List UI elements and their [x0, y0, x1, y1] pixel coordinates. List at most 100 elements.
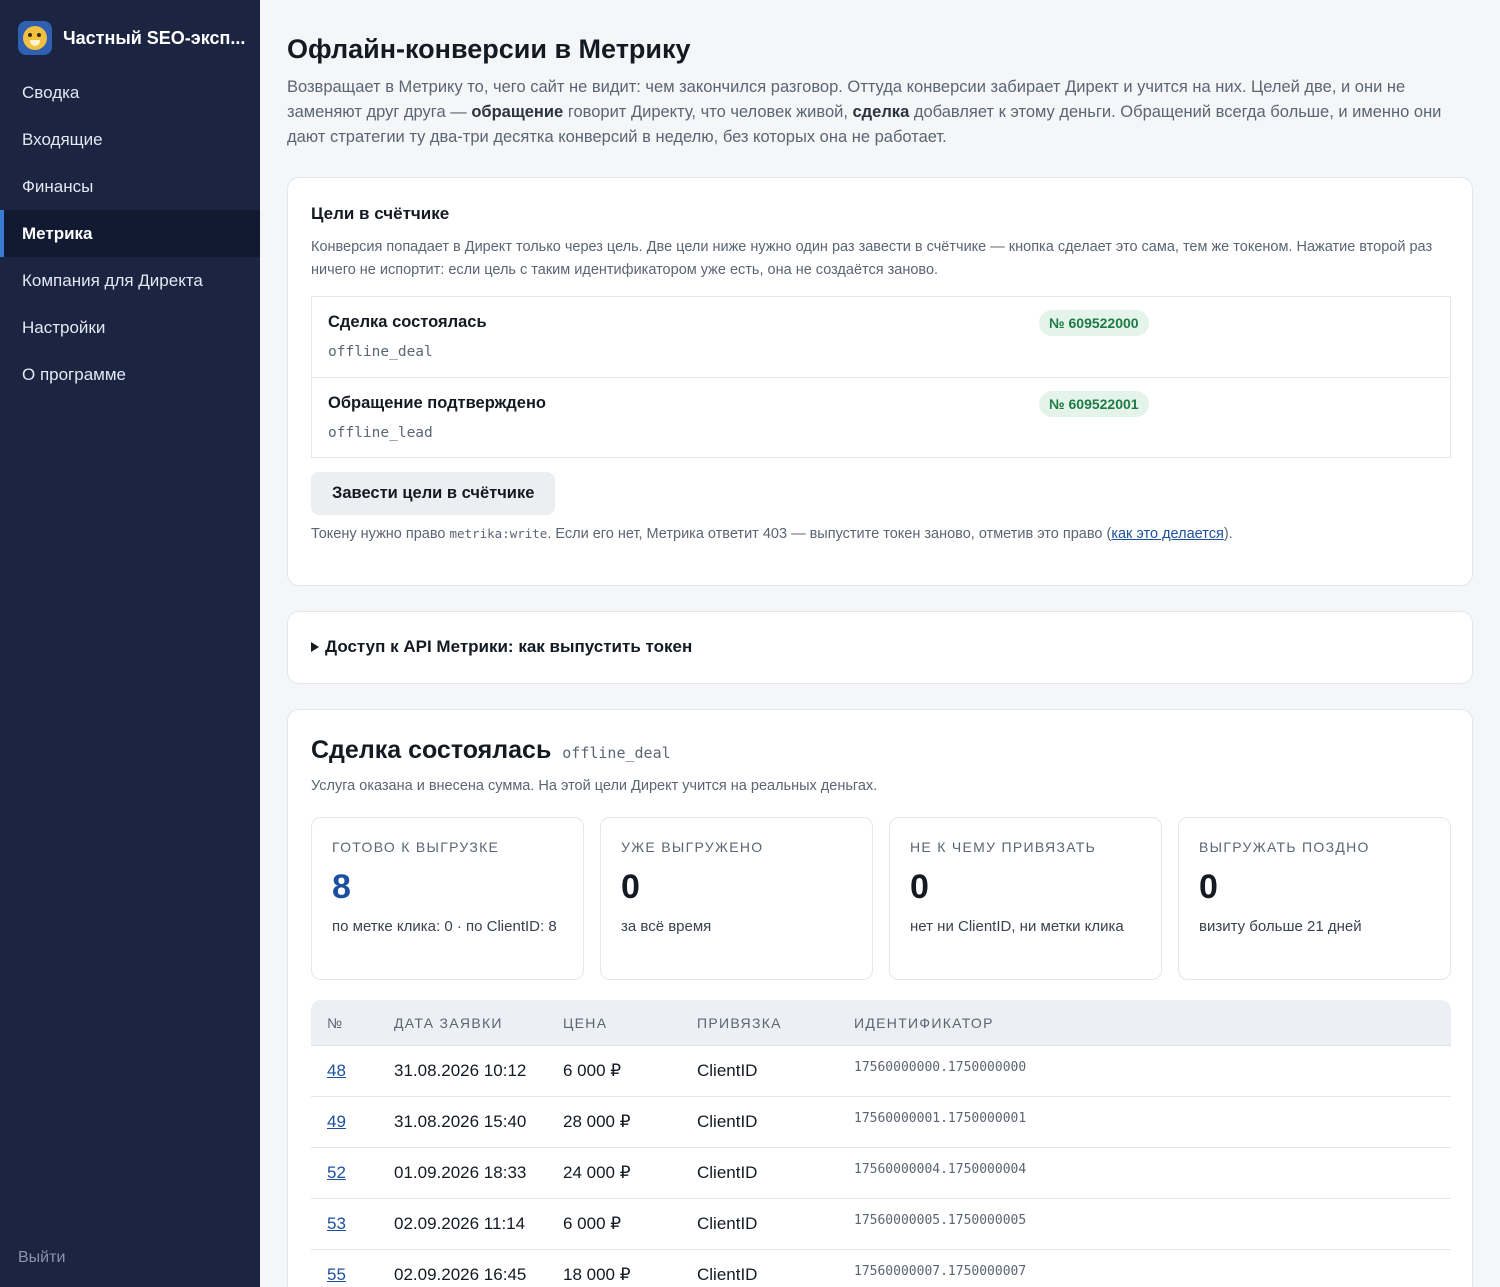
identifier: 17560000000.1750000000 [854, 1060, 1027, 1075]
goal-name: Сделка состоялась [328, 313, 487, 331]
stat-subtext: визиту больше 21 дней [1199, 918, 1362, 935]
sidebar-item-summary[interactable]: Сводка [0, 69, 260, 116]
deal-goal-code: offline_deal [562, 744, 671, 762]
column-header-binding: ПРИВЯЗКА [697, 1015, 782, 1031]
stat-value: 8 [332, 868, 351, 906]
goals-list: Сделка состоялась offline_deal № 6095220… [311, 296, 1451, 458]
binding-type: ClientID [697, 1214, 758, 1233]
request-number-link[interactable]: 52 [327, 1163, 346, 1183]
stats-row: ГОТОВО К ВЫГРУЗКЕ 8 по метке клика: 0 · … [311, 817, 1451, 980]
sidebar: Частный SEO-эксп... Сводка Входящие Фина… [0, 0, 260, 1287]
logout-link[interactable]: Выйти [18, 1249, 65, 1267]
token-note-text-2: . Если его нет, Метрика ответит 403 — вы… [547, 526, 1112, 542]
stat-value: 0 [621, 868, 640, 906]
column-header-identifier: ИДЕНТИФИКАТОР [854, 1015, 994, 1031]
binding-type: ClientID [697, 1163, 758, 1182]
binding-type: ClientID [697, 1061, 758, 1080]
sidebar-item-inbox[interactable]: Входящие [0, 116, 260, 163]
stat-subtext: по метке клика: 0 · по ClientID: 8 [332, 918, 557, 935]
token-note-text-1: Токену нужно право [311, 526, 450, 542]
conversions-table: № ДАТА ЗАЯВКИ ЦЕНА ПРИВЯЗКА ИДЕНТИФИКАТО… [311, 1000, 1451, 1287]
goal-name: Обращение подтверждено [328, 394, 546, 412]
request-number-link[interactable]: 49 [327, 1112, 346, 1132]
stat-subtext: нет ни ClientID, ни метки клика [910, 918, 1124, 935]
page-title: Офлайн-конверсии в Метрику [287, 34, 691, 64]
binding-type: ClientID [697, 1265, 758, 1284]
api-access-toggle[interactable]: Доступ к API Метрики: как выпустить токе… [311, 637, 692, 657]
request-number-link[interactable]: 53 [327, 1214, 346, 1234]
table-row: 53 02.09.2026 11:14 6 000 ₽ ClientID 175… [311, 1199, 1451, 1250]
table-header: № ДАТА ЗАЯВКИ ЦЕНА ПРИВЯЗКА ИДЕНТИФИКАТО… [311, 1000, 1451, 1046]
sidebar-item-settings[interactable]: Настройки [0, 304, 260, 351]
goals-card: Цели в счётчике Конверсия попадает в Дир… [287, 177, 1473, 586]
identifier: 17560000005.1750000005 [854, 1213, 1027, 1228]
stat-label: НЕ К ЧЕМУ ПРИВЯЗАТЬ [910, 839, 1097, 855]
deal-title-text: Сделка состоялась [311, 736, 552, 764]
request-number-link[interactable]: 55 [327, 1265, 346, 1285]
price: 6 000 ₽ [563, 1214, 622, 1233]
goals-title: Цели в счётчике [311, 204, 450, 223]
table-row: 49 31.08.2026 15:40 28 000 ₽ ClientID 17… [311, 1097, 1451, 1148]
binding-type: ClientID [697, 1112, 758, 1131]
column-header-date: ДАТА ЗАЯВКИ [394, 1015, 503, 1031]
stat-label: ГОТОВО К ВЫГРУЗКЕ [332, 839, 500, 855]
price: 18 000 ₽ [563, 1265, 631, 1284]
request-date: 31.08.2026 10:12 [394, 1061, 527, 1080]
request-date: 01.09.2026 18:33 [394, 1163, 527, 1182]
stat-value: 0 [1199, 868, 1218, 906]
table-row: 48 31.08.2026 10:12 6 000 ₽ ClientID 175… [311, 1046, 1451, 1097]
deal-section-title: Сделка состоялась offline_deal [311, 736, 671, 765]
identifier: 17560000004.1750000004 [854, 1162, 1027, 1177]
goal-row-lead: Обращение подтверждено offline_lead № 60… [312, 377, 1450, 457]
token-note-text-3: ). [1223, 526, 1233, 542]
price: 24 000 ₽ [563, 1163, 631, 1182]
identifier: 17560000007.1750000007 [854, 1264, 1027, 1279]
table-row: 55 02.09.2026 16:45 18 000 ₽ ClientID 17… [311, 1250, 1451, 1287]
stat-label: УЖЕ ВЫГРУЖЕНО [621, 839, 764, 855]
stat-card-unbindable: НЕ К ЧЕМУ ПРИВЯЗАТЬ 0 нет ни ClientID, н… [889, 817, 1162, 980]
request-number-link[interactable]: 48 [327, 1061, 346, 1081]
stat-subtext: за всё время [621, 918, 712, 935]
deal-section-card: Сделка состоялась offline_deal Услуга ок… [287, 709, 1473, 1287]
sidebar-item-finance[interactable]: Финансы [0, 163, 260, 210]
app-name: Частный SEO-эксп... [63, 27, 246, 48]
price: 28 000 ₽ [563, 1112, 631, 1131]
sidebar-item-metrika[interactable]: Метрика [0, 210, 260, 257]
sidebar-item-about[interactable]: О программе [0, 351, 260, 398]
stat-value: 0 [910, 868, 929, 906]
how-to-link[interactable]: как это делается [1111, 526, 1223, 542]
goal-code: offline_lead [328, 425, 433, 441]
stat-label: ВЫГРУЖАТЬ ПОЗДНО [1199, 839, 1370, 855]
page-intro: Возвращает в Метрику то, чего сайт не ви… [287, 75, 1473, 150]
brand[interactable]: Частный SEO-эксп... [0, 0, 260, 76]
disclosure-triangle-icon [311, 642, 319, 652]
intro-text-2: говорит Директу, что человек живой, [563, 103, 853, 121]
goal-row-deal: Сделка состоялась offline_deal № 6095220… [312, 297, 1450, 377]
column-header-num: № [327, 1015, 344, 1031]
goal-id-badge: № 609522000 [1039, 310, 1149, 336]
stat-card-ready: ГОТОВО К ВЫГРУЗКЕ 8 по метке клика: 0 · … [311, 817, 584, 980]
api-access-summary: Доступ к API Метрики: как выпустить токе… [325, 637, 693, 656]
column-header-price: ЦЕНА [563, 1015, 608, 1031]
dog-avatar-icon [18, 21, 52, 55]
goals-description: Конверсия попадает в Директ только через… [311, 239, 1433, 278]
request-date: 02.09.2026 16:45 [394, 1265, 527, 1284]
goal-code: offline_deal [328, 344, 433, 360]
sidebar-nav: Сводка Входящие Финансы Метрика Компания… [0, 69, 260, 398]
create-goals-button[interactable]: Завести цели в счётчике [311, 472, 556, 515]
token-note: Токену нужно право metrika:write. Если е… [311, 526, 1233, 542]
token-scope-code: metrika:write [449, 526, 548, 541]
sidebar-item-direct-campaign[interactable]: Компания для Директа [0, 257, 260, 304]
intro-bold-lead: обращение [471, 103, 564, 121]
table-row: 52 01.09.2026 18:33 24 000 ₽ ClientID 17… [311, 1148, 1451, 1199]
request-date: 02.09.2026 11:14 [394, 1214, 526, 1233]
api-access-card: Доступ к API Метрики: как выпустить токе… [287, 611, 1473, 684]
intro-bold-deal: сделка [852, 103, 910, 121]
price: 6 000 ₽ [563, 1061, 622, 1080]
request-date: 31.08.2026 15:40 [394, 1112, 527, 1131]
deal-section-description: Услуга оказана и внесена сумма. На этой … [311, 778, 878, 794]
identifier: 17560000001.1750000001 [854, 1111, 1027, 1126]
goal-id-badge: № 609522001 [1039, 391, 1149, 417]
stat-card-uploaded: УЖЕ ВЫГРУЖЕНО 0 за всё время [600, 817, 873, 980]
stat-card-too-late: ВЫГРУЖАТЬ ПОЗДНО 0 визиту больше 21 дней [1178, 817, 1451, 980]
